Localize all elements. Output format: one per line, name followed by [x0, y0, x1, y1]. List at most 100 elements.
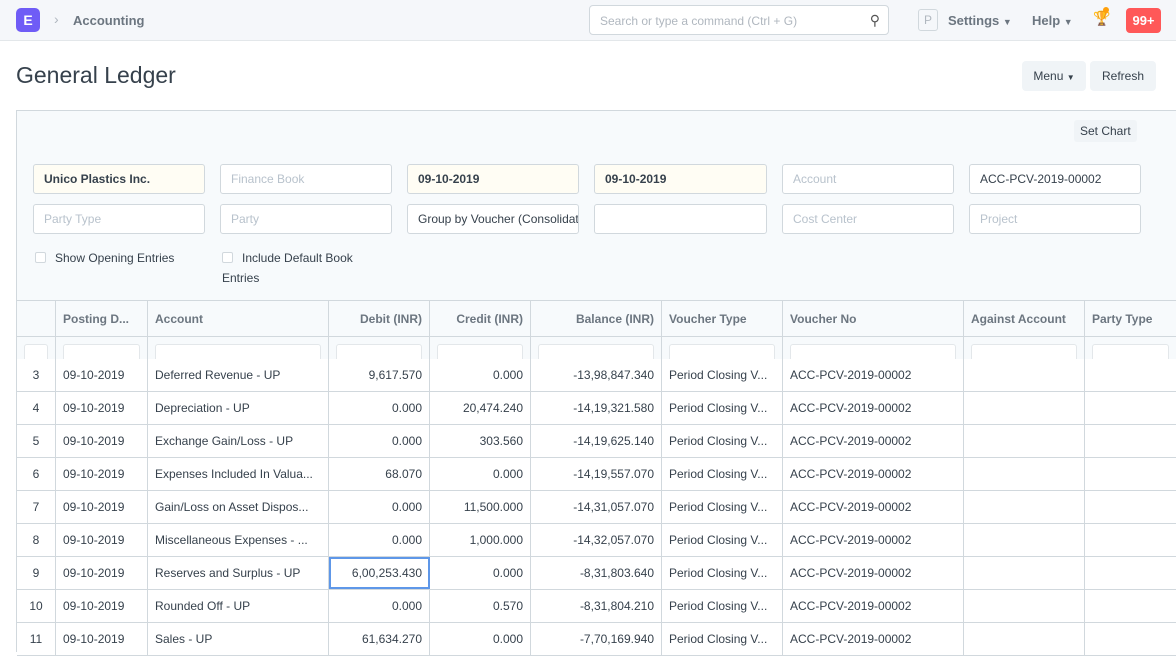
table-cell[interactable]: 09-10-2019	[56, 458, 148, 490]
voucher-no-field[interactable]: ACC-PCV-2019-00002	[969, 164, 1141, 194]
table-cell[interactable]: -14,19,557.070	[531, 458, 662, 490]
menu-button[interactable]: Menu ▼	[1022, 61, 1086, 91]
table-cell[interactable]	[964, 359, 1085, 391]
column-header[interactable]: Credit (INR)	[430, 301, 531, 336]
table-cell[interactable]: -13,98,847.340	[531, 359, 662, 391]
table-cell[interactable]: ACC-PCV-2019-00002	[783, 392, 964, 424]
table-cell[interactable]: 61,634.270	[329, 623, 430, 655]
table-cell[interactable]: Expenses Included In Valua...	[148, 458, 329, 490]
blank-filter-field[interactable]	[594, 204, 767, 234]
table-cell[interactable]: -14,32,057.070	[531, 524, 662, 556]
from-date-field[interactable]: 09-10-2019	[407, 164, 579, 194]
table-cell[interactable]: Sales - UP	[148, 623, 329, 655]
table-cell[interactable]: -7,70,169.940	[531, 623, 662, 655]
table-cell[interactable]: 09-10-2019	[56, 491, 148, 523]
table-cell[interactable]: 68.070	[329, 458, 430, 490]
settings-dropdown[interactable]: Settings ▼	[948, 13, 1012, 28]
table-cell[interactable]: -8,31,804.210	[531, 590, 662, 622]
company-field[interactable]: Unico Plastics Inc.	[33, 164, 205, 194]
table-cell[interactable]	[964, 524, 1085, 556]
table-cell[interactable]: 6,00,253.430	[329, 557, 430, 589]
table-cell[interactable]: 0.000	[430, 359, 531, 391]
table-cell[interactable]: 09-10-2019	[56, 590, 148, 622]
column-header[interactable]: Debit (INR)	[329, 301, 430, 336]
table-cell[interactable]: 0.000	[329, 491, 430, 523]
table-cell[interactable]: 20,474.240	[430, 392, 531, 424]
column-header[interactable]	[17, 301, 56, 336]
help-dropdown[interactable]: Help ▼	[1032, 13, 1073, 28]
table-cell[interactable]	[964, 491, 1085, 523]
table-cell[interactable]: 8	[17, 524, 56, 556]
table-cell[interactable]: Period Closing V...	[662, 524, 783, 556]
table-cell[interactable]: Gain/Loss on Asset Dispos...	[148, 491, 329, 523]
table-cell[interactable]	[1085, 623, 1176, 655]
table-cell[interactable]: ACC-PCV-2019-00002	[783, 458, 964, 490]
table-cell[interactable]: 0.000	[430, 458, 531, 490]
table-cell[interactable]: -14,31,057.070	[531, 491, 662, 523]
column-header[interactable]: Against Account	[964, 301, 1085, 336]
table-cell[interactable]	[1085, 392, 1176, 424]
table-cell[interactable]: 10	[17, 590, 56, 622]
show-opening-entries-checkbox[interactable]: Show Opening Entries	[35, 248, 174, 268]
group-by-select[interactable]: Group by Voucher (Consolidated)	[407, 204, 579, 234]
table-cell[interactable]	[964, 392, 1085, 424]
table-cell[interactable]: Depreciation - UP	[148, 392, 329, 424]
avatar[interactable]: P	[918, 9, 938, 31]
table-cell[interactable]: -14,19,321.580	[531, 392, 662, 424]
account-field[interactable]: Account	[782, 164, 954, 194]
column-header[interactable]: Balance (INR)	[531, 301, 662, 336]
project-field[interactable]: Project	[969, 204, 1141, 234]
table-cell[interactable]: 09-10-2019	[56, 359, 148, 391]
table-cell[interactable]: 0.000	[329, 425, 430, 457]
cost-center-field[interactable]: Cost Center	[782, 204, 954, 234]
table-cell[interactable]: 09-10-2019	[56, 557, 148, 589]
table-cell[interactable]: ACC-PCV-2019-00002	[783, 359, 964, 391]
table-cell[interactable]: -14,19,625.140	[531, 425, 662, 457]
column-header[interactable]: Account	[148, 301, 329, 336]
table-cell[interactable]: ACC-PCV-2019-00002	[783, 425, 964, 457]
table-cell[interactable]	[1085, 491, 1176, 523]
table-cell[interactable]	[1085, 458, 1176, 490]
table-cell[interactable]: 0.570	[430, 590, 531, 622]
column-header[interactable]: Voucher Type	[662, 301, 783, 336]
table-cell[interactable]: ACC-PCV-2019-00002	[783, 557, 964, 589]
table-cell[interactable]: Period Closing V...	[662, 557, 783, 589]
table-cell[interactable]: 0.000	[329, 392, 430, 424]
table-cell[interactable]: 11,500.000	[430, 491, 531, 523]
refresh-button[interactable]: Refresh	[1090, 61, 1156, 91]
table-cell[interactable]	[1085, 590, 1176, 622]
column-header[interactable]: Posting D...	[56, 301, 148, 336]
table-cell[interactable]	[964, 557, 1085, 589]
table-cell[interactable]: 9,617.570	[329, 359, 430, 391]
table-cell[interactable]: 1,000.000	[430, 524, 531, 556]
table-cell[interactable]: ACC-PCV-2019-00002	[783, 590, 964, 622]
table-cell[interactable]: 11	[17, 623, 56, 655]
table-cell[interactable]	[964, 425, 1085, 457]
table-cell[interactable]: Miscellaneous Expenses - ...	[148, 524, 329, 556]
table-cell[interactable]: Period Closing V...	[662, 458, 783, 490]
table-cell[interactable]: 0.000	[329, 524, 430, 556]
table-cell[interactable]: ACC-PCV-2019-00002	[783, 524, 964, 556]
table-cell[interactable]: 09-10-2019	[56, 392, 148, 424]
party-type-field[interactable]: Party Type	[33, 204, 205, 234]
breadcrumb-accounting[interactable]: Accounting	[73, 13, 145, 28]
table-cell[interactable]: 4	[17, 392, 56, 424]
column-header[interactable]: Party Type	[1085, 301, 1176, 336]
include-default-book-checkbox[interactable]: Include Default Book Entries	[222, 248, 353, 288]
table-cell[interactable]: Period Closing V...	[662, 590, 783, 622]
table-cell[interactable]: 6	[17, 458, 56, 490]
table-cell[interactable]: Reserves and Surplus - UP	[148, 557, 329, 589]
table-cell[interactable]	[964, 590, 1085, 622]
table-cell[interactable]: 303.560	[430, 425, 531, 457]
table-cell[interactable]: Exchange Gain/Loss - UP	[148, 425, 329, 457]
column-header[interactable]: Voucher No	[783, 301, 964, 336]
table-cell[interactable]: 0.000	[329, 590, 430, 622]
table-cell[interactable]	[1085, 557, 1176, 589]
table-cell[interactable]: Deferred Revenue - UP	[148, 359, 329, 391]
table-cell[interactable]: Rounded Off - UP	[148, 590, 329, 622]
table-cell[interactable]: 09-10-2019	[56, 425, 148, 457]
finance-book-field[interactable]: Finance Book	[220, 164, 392, 194]
table-cell[interactable]: 09-10-2019	[56, 623, 148, 655]
table-cell[interactable]: 09-10-2019	[56, 524, 148, 556]
table-cell[interactable]: Period Closing V...	[662, 392, 783, 424]
